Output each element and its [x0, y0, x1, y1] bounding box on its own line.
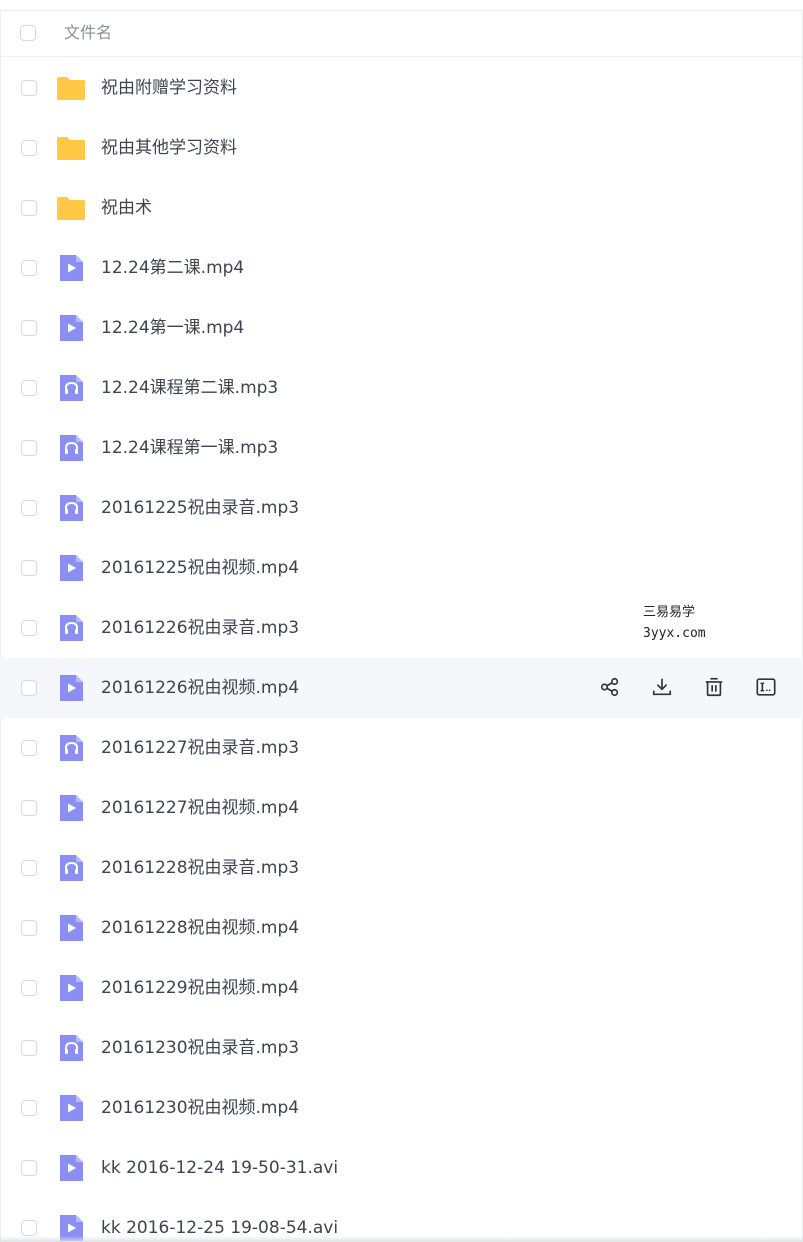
- video-file-icon: [56, 554, 86, 582]
- audio-file-icon: [56, 374, 86, 402]
- audio-file-icon: [56, 734, 86, 762]
- audio-file-icon: [56, 1034, 86, 1062]
- video-file-icon: [56, 1094, 86, 1122]
- row-checkbox[interactable]: [21, 1040, 37, 1056]
- file-name[interactable]: 20161230祝由录音.mp3: [101, 1037, 299, 1059]
- file-name[interactable]: 20161227祝由录音.mp3: [101, 737, 299, 759]
- file-name[interactable]: 12.24课程第二课.mp3: [101, 377, 278, 399]
- row-checkbox[interactable]: [21, 1220, 37, 1236]
- download-button[interactable]: [649, 674, 675, 700]
- delete-button[interactable]: [701, 674, 727, 700]
- row-checkbox[interactable]: [21, 80, 37, 96]
- file-name[interactable]: 12.24第二课.mp4: [101, 257, 244, 279]
- file-row[interactable]: 祝由术: [0, 178, 803, 238]
- file-row[interactable]: 20161230祝由录音.mp3: [0, 1018, 803, 1078]
- row-checkbox[interactable]: [21, 500, 37, 516]
- audio-file-icon: [56, 614, 86, 642]
- rename-icon: [755, 676, 777, 698]
- file-name[interactable]: 祝由附赠学习资料: [101, 77, 237, 99]
- rename-button[interactable]: [753, 674, 779, 700]
- row-checkbox[interactable]: [21, 680, 37, 696]
- audio-file-icon: [56, 854, 86, 882]
- file-name[interactable]: kk 2016-12-24 19-50-31.avi: [101, 1157, 338, 1179]
- file-name[interactable]: 20161225祝由录音.mp3: [101, 497, 299, 519]
- file-row[interactable]: 20161225祝由录音.mp3: [0, 478, 803, 538]
- share-icon: [599, 676, 621, 698]
- file-row[interactable]: 20161226祝由视频.mp4: [0, 658, 803, 718]
- file-row[interactable]: 12.24第一课.mp4: [0, 298, 803, 358]
- file-name[interactable]: 20161229祝由视频.mp4: [101, 977, 299, 999]
- row-checkbox[interactable]: [21, 1160, 37, 1176]
- row-checkbox[interactable]: [21, 140, 37, 156]
- row-checkbox[interactable]: [21, 920, 37, 936]
- folder-icon: [56, 194, 86, 222]
- bottom-scroll-shadow: [0, 1236, 803, 1242]
- file-name[interactable]: 20161228祝由视频.mp4: [101, 917, 299, 939]
- file-name[interactable]: 20161226祝由视频.mp4: [101, 677, 299, 699]
- video-file-icon: [56, 254, 86, 282]
- name-column-header[interactable]: 文件名: [64, 23, 112, 43]
- watermark-line1: 三易易学: [643, 605, 696, 620]
- file-name[interactable]: 20161227祝由视频.mp4: [101, 797, 299, 819]
- file-row[interactable]: 12.24第二课.mp4: [0, 238, 803, 298]
- file-name[interactable]: 祝由其他学习资料: [101, 137, 237, 159]
- video-file-icon: [56, 314, 86, 342]
- row-checkbox[interactable]: [21, 440, 37, 456]
- file-row[interactable]: kk 2016-12-24 19-50-31.avi: [0, 1138, 803, 1198]
- file-row[interactable]: 20161227祝由视频.mp4: [0, 778, 803, 838]
- row-checkbox[interactable]: [21, 200, 37, 216]
- file-row[interactable]: 12.24课程第二课.mp3: [0, 358, 803, 418]
- file-name[interactable]: 12.24课程第一课.mp3: [101, 437, 278, 459]
- delete-icon: [703, 676, 725, 698]
- row-checkbox[interactable]: [21, 800, 37, 816]
- folder-icon: [56, 134, 86, 162]
- download-icon: [651, 676, 673, 698]
- file-row[interactable]: 20161227祝由录音.mp3: [0, 718, 803, 778]
- folder-icon: [56, 74, 86, 102]
- video-file-icon: [56, 914, 86, 942]
- row-checkbox[interactable]: [21, 260, 37, 276]
- row-checkbox[interactable]: [21, 860, 37, 876]
- row-actions: [597, 674, 779, 700]
- file-rows: 祝由附赠学习资料 祝由其他学习资料 祝由术 12.24第二课.mp4 12.24第一课.…: [0, 58, 803, 1242]
- file-row[interactable]: 20161230祝由视频.mp4: [0, 1078, 803, 1138]
- file-name[interactable]: 12.24第一课.mp4: [101, 317, 244, 339]
- watermark: 三易易学 3yyx.com: [643, 602, 706, 644]
- file-row[interactable]: 20161228祝由视频.mp4: [0, 898, 803, 958]
- row-checkbox[interactable]: [21, 320, 37, 336]
- row-checkbox[interactable]: [21, 1100, 37, 1116]
- file-name[interactable]: 20161228祝由录音.mp3: [101, 857, 299, 879]
- video-file-icon: [56, 974, 86, 1002]
- row-checkbox[interactable]: [21, 620, 37, 636]
- row-checkbox[interactable]: [21, 740, 37, 756]
- file-list-panel: 文件名 祝由附赠学习资料 祝由其他学习资料 祝由术 12.24第二课.mp4 12.24…: [0, 0, 803, 1242]
- file-name[interactable]: 20161230祝由视频.mp4: [101, 1097, 299, 1119]
- video-file-icon: [56, 1154, 86, 1182]
- file-row[interactable]: 20161225祝由视频.mp4: [0, 538, 803, 598]
- row-checkbox[interactable]: [21, 980, 37, 996]
- watermark-line2: 3yyx.com: [643, 626, 706, 641]
- video-file-icon: [56, 674, 86, 702]
- audio-file-icon: [56, 494, 86, 522]
- file-row[interactable]: 祝由其他学习资料: [0, 118, 803, 178]
- row-checkbox[interactable]: [21, 380, 37, 396]
- file-row[interactable]: 20161228祝由录音.mp3: [0, 838, 803, 898]
- row-checkbox[interactable]: [21, 560, 37, 576]
- file-name[interactable]: 祝由术: [101, 197, 152, 219]
- audio-file-icon: [56, 434, 86, 462]
- list-header: 文件名: [0, 11, 803, 57]
- file-row[interactable]: 20161229祝由视频.mp4: [0, 958, 803, 1018]
- file-row[interactable]: 祝由附赠学习资料: [0, 58, 803, 118]
- video-file-icon: [56, 794, 86, 822]
- file-name[interactable]: 20161225祝由视频.mp4: [101, 557, 299, 579]
- file-name[interactable]: 20161226祝由录音.mp3: [101, 617, 299, 639]
- file-row[interactable]: 12.24课程第一课.mp3: [0, 418, 803, 478]
- select-all-checkbox[interactable]: [20, 25, 36, 41]
- share-button[interactable]: [597, 674, 623, 700]
